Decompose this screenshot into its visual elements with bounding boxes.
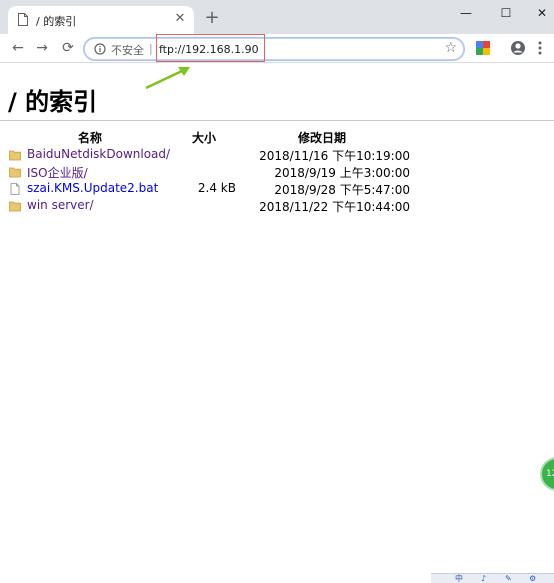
file-date: 2018/11/16 下午10:19:00	[259, 149, 410, 163]
close-window-button[interactable]: ✕	[522, 0, 554, 26]
file-link[interactable]: win server/	[27, 198, 94, 212]
file-icon	[10, 183, 20, 195]
info-icon[interactable]	[94, 43, 106, 55]
tab-active[interactable]: / 的索引 ✕	[8, 6, 194, 34]
page-title: / 的索引	[8, 88, 98, 116]
folder-icon	[9, 150, 21, 161]
forward-button[interactable]: →	[32, 38, 52, 58]
file-link[interactable]: BaiduNetdiskDownload/	[27, 147, 170, 161]
tab-title: / 的索引	[36, 15, 77, 28]
new-tab-button[interactable]: +	[202, 8, 222, 28]
divider: |	[149, 42, 153, 55]
folder-icon	[9, 201, 21, 212]
tab-strip: / 的索引 ✕ + — ☐ ✕	[0, 0, 554, 34]
menu-dots-icon[interactable]	[532, 40, 548, 56]
extension-icon[interactable]	[475, 40, 491, 56]
list-item: BaiduNetdiskDownload/ 2018/11/16 下午10:19…	[0, 147, 554, 164]
file-link[interactable]: ISO企业版/	[27, 164, 88, 181]
bookmark-star-icon[interactable]: ☆	[444, 40, 457, 56]
file-link[interactable]: szai.KMS.Update2.bat	[27, 181, 158, 195]
back-button[interactable]: ←	[8, 38, 28, 58]
toolbar: ← → ⟳ 不安全 | ☆	[0, 34, 554, 63]
column-header-size[interactable]: 大小	[192, 129, 216, 146]
url-highlight-box	[156, 34, 265, 62]
list-item: win server/ 2018/11/22 下午10:44:00	[0, 198, 554, 215]
maximize-button[interactable]: ☐	[486, 0, 526, 26]
minimize-button[interactable]: —	[446, 0, 486, 26]
page-content: / 的索引 名称 大小 修改日期 BaiduNetdiskDownload/ 2…	[0, 63, 554, 582]
page-icon	[18, 13, 28, 26]
file-size: 2.4 kB	[197, 181, 236, 195]
list-item: ISO企业版/ 2018/9/19 上午3:00:00	[0, 164, 554, 181]
file-date: 2018/9/28 下午5:47:00	[274, 183, 410, 197]
divider	[0, 120, 554, 121]
address-bar[interactable]: 不安全 | ☆	[84, 38, 464, 60]
close-icon[interactable]: ✕	[172, 11, 188, 27]
list-item: szai.KMS.Update2.bat 2.4 kB 2018/9/28 下午…	[0, 181, 554, 198]
profile-icon[interactable]	[510, 40, 526, 56]
file-date: 2018/11/22 下午10:44:00	[259, 200, 410, 214]
column-header-modified[interactable]: 修改日期	[298, 129, 346, 146]
column-header-name[interactable]: 名称	[78, 129, 102, 146]
security-label[interactable]: 不安全	[111, 42, 144, 58]
folder-icon	[9, 167, 21, 178]
reload-button[interactable]: ⟳	[58, 38, 78, 58]
file-date: 2018/9/19 上午3:00:00	[274, 166, 410, 180]
